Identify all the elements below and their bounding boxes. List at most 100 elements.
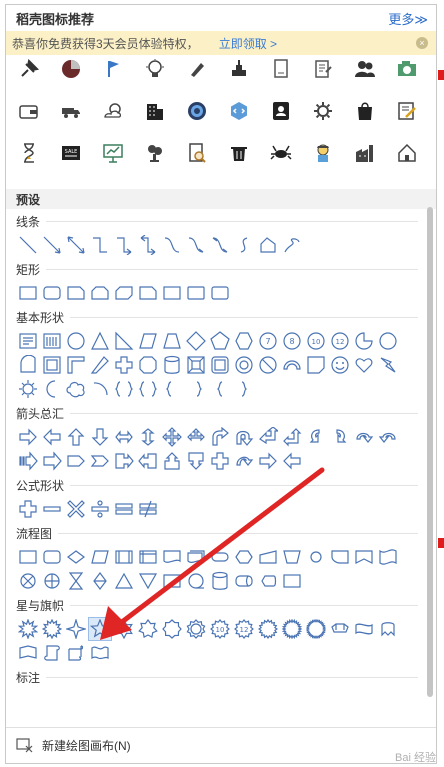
shape-item[interactable] xyxy=(16,377,40,401)
shape-item[interactable] xyxy=(112,545,136,569)
shape-item[interactable] xyxy=(64,377,88,401)
shape-item[interactable] xyxy=(160,449,184,473)
shape-item[interactable] xyxy=(16,329,40,353)
shape-item[interactable] xyxy=(232,329,256,353)
shape-item[interactable] xyxy=(256,425,280,449)
shape-item[interactable] xyxy=(40,449,64,473)
shape-item[interactable] xyxy=(16,353,40,377)
shape-item[interactable] xyxy=(136,617,160,641)
shape-item[interactable] xyxy=(352,353,376,377)
pie-chart-icon[interactable] xyxy=(58,57,84,81)
shape-item[interactable] xyxy=(160,233,184,257)
building-icon[interactable] xyxy=(142,99,168,123)
flag-icon[interactable] xyxy=(100,57,126,81)
shape-item[interactable] xyxy=(184,449,208,473)
shape-item[interactable] xyxy=(112,233,136,257)
shape-item[interactable] xyxy=(40,497,64,521)
search-doc-icon[interactable] xyxy=(184,141,210,165)
shape-item[interactable] xyxy=(256,545,280,569)
shape-item[interactable] xyxy=(88,425,112,449)
shape-item[interactable] xyxy=(280,353,304,377)
shape-item[interactable] xyxy=(112,449,136,473)
shape-item[interactable] xyxy=(136,449,160,473)
users-icon[interactable] xyxy=(352,57,378,81)
shape-item[interactable] xyxy=(328,353,352,377)
bonsai-icon[interactable] xyxy=(142,141,168,165)
shape-item[interactable] xyxy=(208,281,232,305)
shape-item[interactable] xyxy=(16,641,40,665)
shape-item[interactable] xyxy=(232,233,256,257)
shape-item[interactable] xyxy=(184,353,208,377)
shape-item[interactable] xyxy=(112,281,136,305)
shape-item[interactable] xyxy=(112,377,136,401)
shape-item[interactable] xyxy=(160,329,184,353)
shape-item[interactable] xyxy=(64,641,88,665)
shape-item[interactable] xyxy=(352,425,376,449)
shape-item[interactable] xyxy=(88,545,112,569)
shape-item[interactable] xyxy=(328,425,352,449)
shape-item[interactable] xyxy=(376,425,400,449)
shape-item[interactable] xyxy=(88,617,112,641)
document-icon[interactable] xyxy=(268,57,294,81)
shape-item[interactable]: 10 xyxy=(304,329,328,353)
shape-item[interactable] xyxy=(88,497,112,521)
shape-item[interactable] xyxy=(208,329,232,353)
shape-item[interactable] xyxy=(208,377,232,401)
shape-item[interactable] xyxy=(40,569,64,593)
shape-item[interactable] xyxy=(16,449,40,473)
shape-item[interactable] xyxy=(112,617,136,641)
shape-item[interactable] xyxy=(40,353,64,377)
shape-item[interactable] xyxy=(280,449,304,473)
shape-item[interactable] xyxy=(88,233,112,257)
shape-item[interactable] xyxy=(136,545,160,569)
hexagon-code-icon[interactable] xyxy=(226,99,252,123)
shape-item[interactable] xyxy=(352,617,376,641)
shape-item[interactable] xyxy=(112,425,136,449)
shape-item[interactable]: 7 xyxy=(256,329,280,353)
shape-item[interactable] xyxy=(16,545,40,569)
shape-item[interactable] xyxy=(160,425,184,449)
shape-item[interactable] xyxy=(304,617,328,641)
shape-item[interactable] xyxy=(208,449,232,473)
shape-item[interactable] xyxy=(16,497,40,521)
contact-card-icon[interactable] xyxy=(268,99,294,123)
shape-item[interactable] xyxy=(256,617,280,641)
shape-item[interactable] xyxy=(280,569,304,593)
presentation-icon[interactable] xyxy=(100,141,126,165)
shape-item[interactable] xyxy=(184,233,208,257)
factory-icon[interactable] xyxy=(352,141,378,165)
shape-item[interactable] xyxy=(40,281,64,305)
shape-item[interactable] xyxy=(136,329,160,353)
gear-icon[interactable] xyxy=(310,99,336,123)
shape-item[interactable] xyxy=(64,425,88,449)
house-icon[interactable] xyxy=(394,141,420,165)
shape-item[interactable] xyxy=(64,281,88,305)
shape-item[interactable] xyxy=(64,353,88,377)
shape-item[interactable] xyxy=(184,329,208,353)
shape-item[interactable] xyxy=(88,569,112,593)
shape-item[interactable] xyxy=(232,449,256,473)
shape-item[interactable] xyxy=(304,353,328,377)
crab-icon[interactable] xyxy=(268,141,294,165)
shape-item[interactable] xyxy=(208,353,232,377)
shape-item[interactable] xyxy=(64,617,88,641)
shape-item[interactable] xyxy=(40,233,64,257)
shape-item[interactable] xyxy=(304,425,328,449)
shape-item[interactable] xyxy=(40,545,64,569)
scrollbar[interactable] xyxy=(426,205,434,705)
shape-item[interactable] xyxy=(64,545,88,569)
shape-item[interactable] xyxy=(88,377,112,401)
shape-item[interactable] xyxy=(16,281,40,305)
truck-icon[interactable] xyxy=(58,99,84,123)
shape-item[interactable] xyxy=(160,377,184,401)
shape-item[interactable] xyxy=(184,377,208,401)
shape-item[interactable] xyxy=(136,233,160,257)
shape-item[interactable] xyxy=(64,497,88,521)
shape-item[interactable]: 8 xyxy=(280,329,304,353)
shape-item[interactable] xyxy=(328,545,352,569)
shape-item[interactable]: 12 xyxy=(232,617,256,641)
shape-item[interactable] xyxy=(232,569,256,593)
inkwell-icon[interactable] xyxy=(226,57,252,81)
shape-item[interactable] xyxy=(184,425,208,449)
sale-sign-icon[interactable]: SALE xyxy=(58,141,84,165)
